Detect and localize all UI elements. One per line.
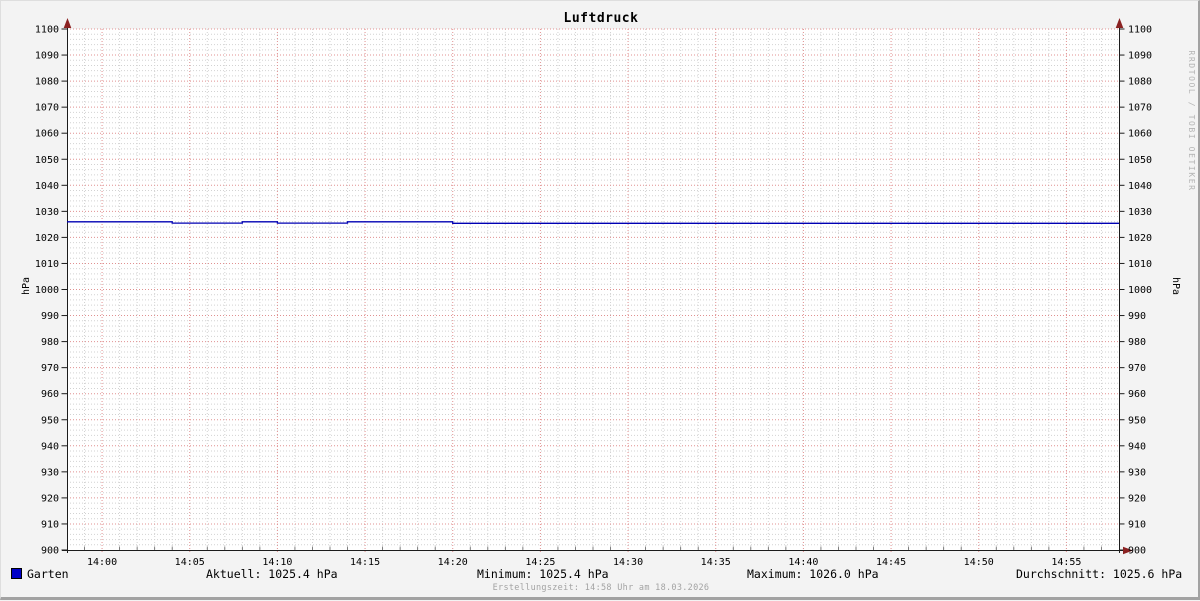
svg-text:1060: 1060 [1128,129,1152,140]
svg-text:970: 970 [1128,363,1146,374]
svg-text:1080: 1080 [1128,77,1152,88]
svg-text:920: 920 [41,493,59,504]
svg-text:14:05: 14:05 [175,557,205,568]
svg-text:940: 940 [41,441,59,452]
stat-maximum: Maximum: 1026.0 hPa [747,567,879,581]
svg-text:14:50: 14:50 [964,557,994,568]
svg-text:1070: 1070 [35,103,59,114]
svg-text:950: 950 [1128,415,1146,426]
svg-text:910: 910 [1128,519,1146,530]
svg-text:14:30: 14:30 [613,557,643,568]
svg-text:960: 960 [1128,389,1146,400]
svg-text:910: 910 [41,519,59,530]
svg-text:14:15: 14:15 [350,557,380,568]
svg-text:980: 980 [41,337,59,348]
svg-text:990: 990 [1128,311,1146,322]
y-axis-label-left: hPa [21,276,32,296]
graph-frame: 900 900 910 910 920 920 930 930 940 940 950 950 960 9… [0,0,1200,600]
svg-text:930: 930 [1128,467,1146,478]
creation-time: Erstellungszeit: 14:58 Uhr am 18.03.2026 [492,583,710,593]
svg-text:940: 940 [1128,441,1146,452]
svg-text:1050: 1050 [35,155,59,166]
svg-text:14:00: 14:00 [87,557,117,568]
svg-text:1090: 1090 [35,51,59,62]
svg-text:960: 960 [41,389,59,400]
svg-text:1000: 1000 [35,285,59,296]
svg-text:920: 920 [1128,493,1146,504]
svg-text:1090: 1090 [1128,51,1152,62]
svg-text:1020: 1020 [35,233,59,244]
svg-text:980: 980 [1128,337,1146,348]
svg-text:930: 930 [41,467,59,478]
chart-canvas: 900 900 910 910 920 920 930 930 940 940 950 950 960 9… [35,18,1152,568]
stat-minimum: Minimum: 1025.4 hPa [477,567,609,581]
stat-durchschnitt: Durchschnitt: 1025.6 hPa [1016,567,1183,581]
svg-text:1030: 1030 [35,207,59,218]
svg-text:14:20: 14:20 [438,557,468,568]
chart-title: Luftdruck [563,11,639,26]
svg-text:900: 900 [41,546,59,557]
stat-aktuell: Aktuell: 1025.4 hPa [206,567,338,581]
y-axis-label-right: hPa [1170,276,1181,296]
svg-text:1100: 1100 [35,25,59,36]
svg-text:1010: 1010 [1128,259,1152,270]
series-label: Garten [27,567,69,581]
svg-text:1040: 1040 [35,181,59,192]
svg-text:1010: 1010 [35,259,59,270]
svg-text:1020: 1020 [1128,233,1152,244]
svg-text:1050: 1050 [1128,155,1152,166]
svg-text:1070: 1070 [1128,103,1152,114]
svg-text:1060: 1060 [35,129,59,140]
svg-text:14:45: 14:45 [876,557,906,568]
svg-text:1000: 1000 [1128,285,1152,296]
svg-text:1030: 1030 [1128,207,1152,218]
svg-text:1040: 1040 [1128,181,1152,192]
svg-text:950: 950 [41,415,59,426]
series-color-swatch [11,568,22,579]
svg-text:990: 990 [41,311,59,322]
rrdtool-watermark: RRDTOOL / TOBI OETIKER [1187,50,1196,192]
svg-text:900: 900 [1128,546,1146,557]
svg-text:970: 970 [41,363,59,374]
svg-text:1080: 1080 [35,77,59,88]
svg-text:14:35: 14:35 [701,557,731,568]
svg-text:1100: 1100 [1128,25,1152,36]
